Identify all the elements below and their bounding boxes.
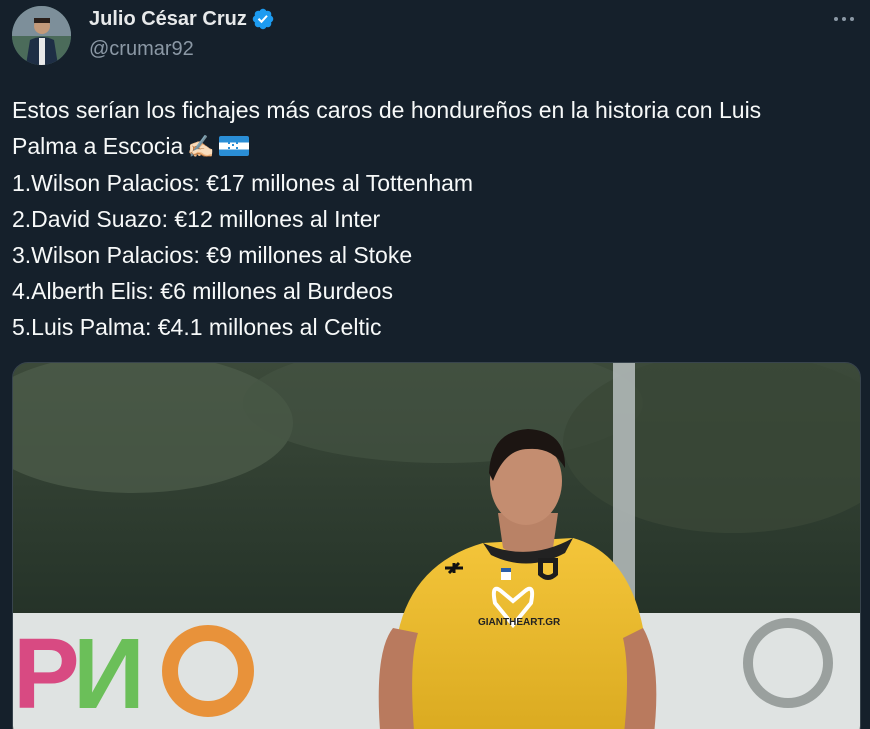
- tweet-intro-line-2-text: Palma a Escocia: [12, 133, 184, 159]
- author-display-name[interactable]: Julio César Cruz: [89, 6, 247, 32]
- list-item: 5.Luis Palma: €4.1 millones al Celtic: [12, 314, 382, 340]
- jersey-sponsor: GIANTHEART.GR: [478, 617, 561, 628]
- list-item: 1.Wilson Palacios: €17 millones al Totte…: [12, 170, 474, 196]
- tweet-intro-line-2: Palma a Escocia ✍🏻: [12, 128, 862, 165]
- verified-badge-icon: [252, 8, 274, 30]
- list-item: 3.Wilson Palacios: €9 millones al Stoke: [12, 242, 413, 268]
- author-handle[interactable]: @crumar92: [89, 36, 194, 62]
- tweet-text: Estos serían los fichajes más caros de h…: [12, 92, 862, 345]
- player-photo-icon: P И GIANTHEART.GR: [13, 363, 860, 729]
- banner-text: P: [13, 618, 80, 729]
- writing-hand-emoji: ✍🏻: [187, 134, 215, 159]
- list-item: 2.David Suazo: €12 millones al Inter: [12, 206, 381, 232]
- honduras-flag-icon: [218, 136, 249, 156]
- list-item: 4.Alberth Elis: €6 millones al Burdeos: [12, 278, 393, 304]
- tweet-intro-line-1: Estos serían los fichajes más caros de h…: [12, 97, 762, 123]
- svg-text:И: И: [73, 618, 145, 729]
- tweet-header: Julio César Cruz @crumar92: [0, 0, 870, 80]
- more-options-icon[interactable]: [830, 8, 858, 30]
- avatar[interactable]: [12, 6, 71, 65]
- profile-photo-icon: [12, 6, 71, 65]
- tweet-photo[interactable]: P И GIANTHEART.GR: [12, 362, 861, 729]
